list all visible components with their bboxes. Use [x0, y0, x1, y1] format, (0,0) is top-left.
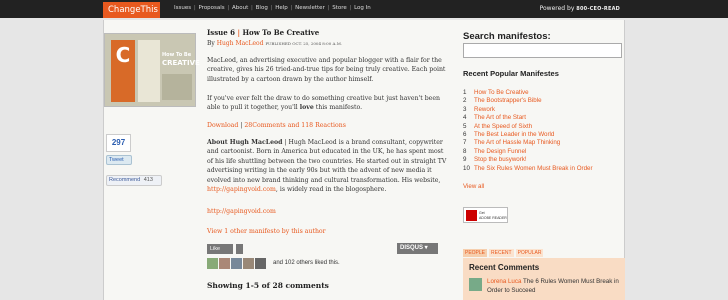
tab-recent[interactable]: RECENT	[489, 249, 514, 257]
byline: By Hugh MacLeod PUBLISHED OCT. 25, 2004 …	[207, 40, 342, 47]
list-item[interactable]: 9 Stop the busywork!	[463, 156, 593, 164]
share-dropdown-icon[interactable]	[236, 244, 243, 254]
cover-title-big: CREATIVE	[162, 59, 200, 67]
manifesto-title: How To Be Creative	[242, 28, 320, 37]
love-text-bold: love	[299, 104, 314, 112]
view-all-link[interactable]: View all	[463, 183, 484, 190]
recent-manifestos-heading: Recent Popular Manifestes	[463, 69, 559, 78]
tweet-label: Tweet	[109, 157, 124, 163]
love-paragraph: If you've ever felt the draw to do somet…	[207, 94, 447, 113]
powered-brand: 800-CEO-READ	[576, 6, 620, 12]
cover-title-small: How To Be	[162, 52, 192, 58]
avatar[interactable]	[255, 258, 266, 269]
list-item[interactable]: 6 The Best Leader in the World	[463, 131, 593, 139]
nav-proposals[interactable]: Proposals	[198, 5, 224, 11]
disqus-button[interactable]: DISQUS ▾	[397, 243, 438, 254]
disqus-label: DISQUS	[400, 245, 424, 251]
love-text-c: this manifesto.	[313, 104, 363, 112]
tweet-button[interactable]: Tweet	[106, 155, 132, 165]
nav-login[interactable]: Log In	[354, 5, 371, 11]
liker-avatars	[207, 258, 266, 269]
share-count: 297	[106, 134, 131, 152]
brand-logo[interactable]: ChangeThis	[103, 2, 160, 18]
issue-label[interactable]: Issue 6	[207, 28, 235, 37]
recent-comment: Lorena Luca The 6 Rules Women Must Break…	[487, 277, 622, 295]
nav-blog[interactable]: Blog	[256, 5, 268, 11]
by-label: By	[207, 40, 215, 47]
nav-about[interactable]: About	[232, 5, 248, 11]
tab-popular[interactable]: POPULAR	[515, 249, 544, 257]
pdf-icon	[466, 210, 477, 221]
recommend-button[interactable]: Recommend 413	[106, 175, 162, 186]
list-item[interactable]: 5 At the Speed of Sixth	[463, 123, 593, 131]
about-label: About Hugh MacLeod	[207, 139, 283, 146]
cover-illustration	[162, 74, 192, 100]
summary-paragraph: MacLeod, an advertising executive and po…	[207, 57, 446, 83]
list-item[interactable]: 8 The Design Funnel	[463, 148, 593, 156]
recent-comments-heading: Recent Comments	[469, 263, 540, 272]
avatar[interactable]	[231, 258, 242, 269]
adobe-reader-badge[interactable]: Get ADOBE READER	[463, 207, 508, 223]
avatar[interactable]	[243, 258, 254, 269]
nav-help[interactable]: Help	[275, 5, 288, 11]
avatar[interactable]	[219, 258, 230, 269]
powered-by[interactable]: Powered by 800-CEO-READ	[540, 5, 620, 12]
like-label: Like	[210, 246, 221, 252]
liked-count: and 102 others liked this.	[273, 260, 340, 266]
download-link[interactable]: Download	[207, 122, 238, 129]
nav-store[interactable]: Store	[332, 5, 347, 11]
list-item[interactable]: 10 The Six Rules Women Must Break in Orde…	[463, 165, 593, 173]
list-item[interactable]: 7 The Art of Hassle Map Thinking	[463, 139, 593, 147]
reader-get: Get	[479, 211, 485, 215]
list-item[interactable]: 2 The Bootstrapper's Bible	[463, 97, 593, 105]
nav-newsletter[interactable]: Newsletter	[295, 5, 325, 11]
like-button[interactable]: Like	[207, 244, 233, 254]
article-title: Issue 6 | How To Be Creative	[207, 28, 320, 37]
about-site-link[interactable]: http://gapingvoid.com	[207, 186, 276, 193]
comment-tabs: PEOPLE RECENT POPULAR	[463, 249, 544, 257]
top-nav: Issues | Proposals | About | Blog | Help…	[174, 5, 371, 11]
list-item[interactable]: 3 Rework	[463, 106, 593, 114]
search-input[interactable]	[463, 43, 622, 58]
download-row: Download | 28Comments and 118 Reactions	[207, 122, 346, 129]
tab-people[interactable]: PEOPLE	[463, 249, 488, 257]
list-item[interactable]: 4 The Art of the Start	[463, 114, 593, 122]
recommend-count: 413	[143, 177, 153, 183]
published-date: PUBLISHED OCT. 25, 2004 8:00 A.M.	[265, 41, 343, 46]
nav-issues[interactable]: Issues	[174, 5, 191, 11]
website-link[interactable]: http://gapingvoid.com	[207, 208, 276, 215]
list-item[interactable]: 1 How To Be Creative	[463, 89, 593, 97]
comments-count-heading: Showing 1-5 of 28 comments	[207, 281, 329, 290]
cover-panel	[138, 40, 160, 102]
avatar[interactable]	[207, 258, 218, 269]
comments-link[interactable]: 28Comments and 118 Reactions	[244, 122, 346, 129]
author-link[interactable]: Hugh MacLeod	[217, 40, 264, 47]
about-tail: , is widely read in the blogosphere.	[275, 186, 387, 194]
reader-brand: ADOBE READER	[479, 215, 507, 220]
manifesto-cover-image[interactable]: C How To Be CREATIVE	[104, 33, 200, 107]
search-heading: Search manifestos:	[463, 31, 551, 42]
cover-letter: C	[111, 40, 135, 102]
comment-user[interactable]: Lorena Luca	[487, 278, 521, 285]
view-other-link[interactable]: View 1 other manifesto by this author	[207, 228, 326, 235]
avatar[interactable]	[469, 278, 482, 291]
recommend-label: Recommend	[109, 177, 141, 183]
reader-text: Get ADOBE READER	[479, 211, 507, 220]
powered-label: Powered by	[539, 5, 575, 12]
about-author: About Hugh MacLeod | Hugh MacLeod is a b…	[207, 138, 447, 194]
manifesto-list: 1 How To Be Creative 2 The Bootstrapper's …	[463, 89, 593, 173]
